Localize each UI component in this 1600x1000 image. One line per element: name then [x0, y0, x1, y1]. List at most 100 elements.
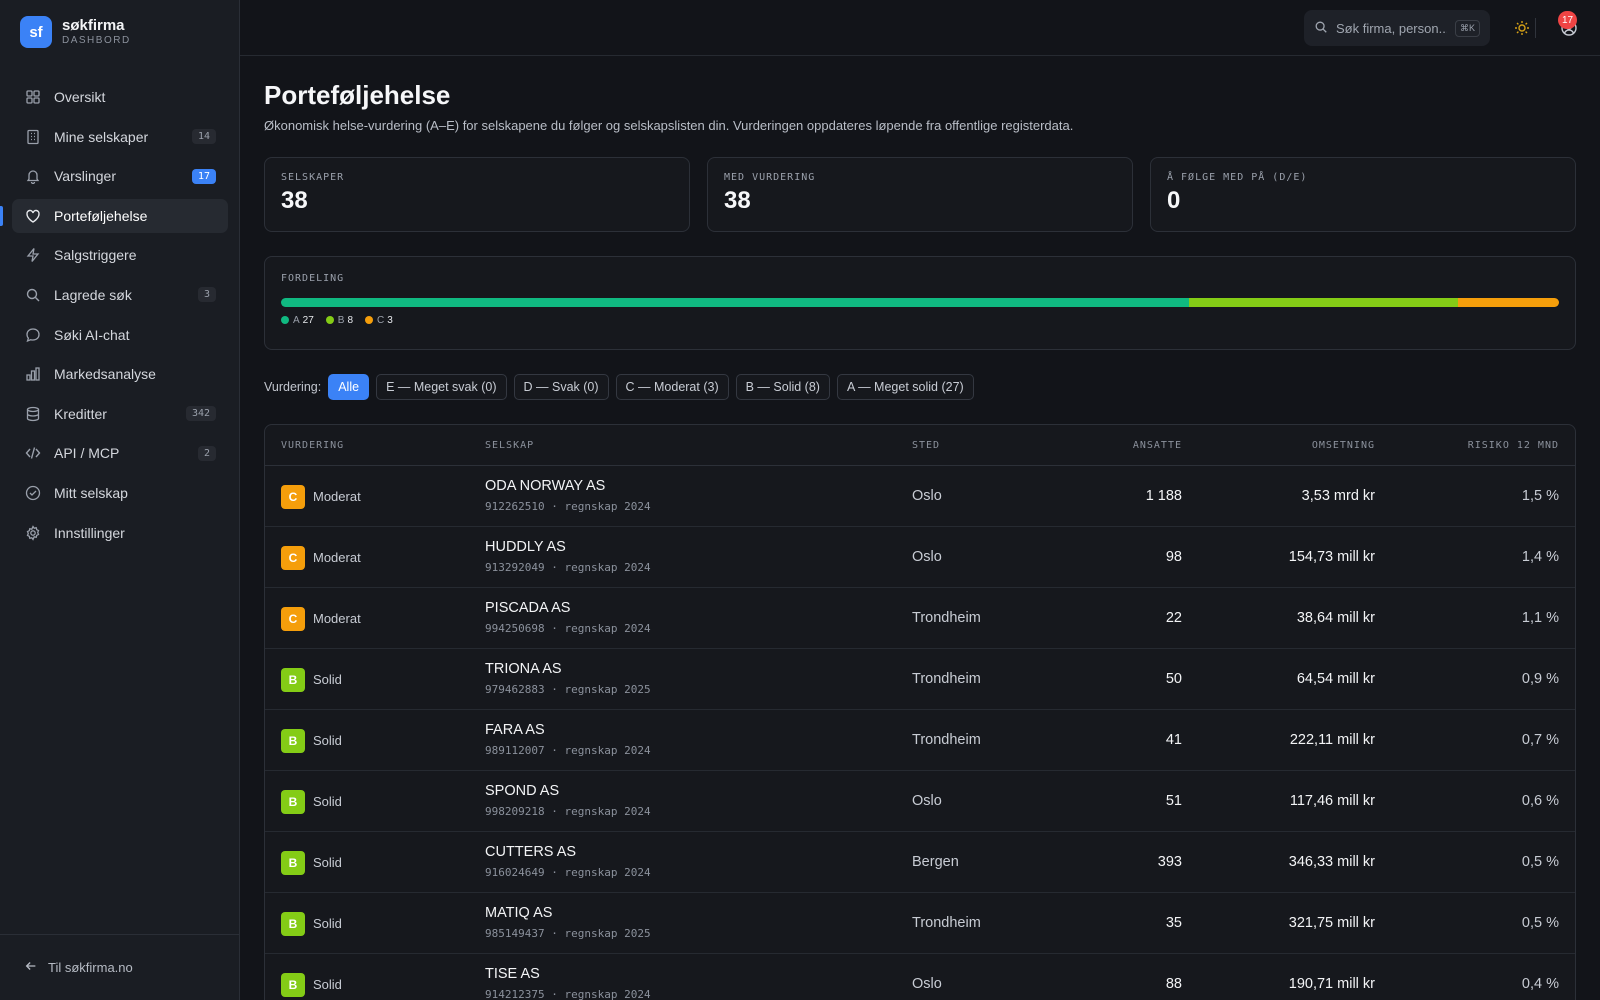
grade-badge: C	[281, 546, 305, 570]
distribution-card: FORDELING A 27 B 8 C 3	[264, 256, 1576, 350]
company-employees: 50	[1165, 671, 1182, 687]
search-input[interactable]: Søk firma, person... ⌘K	[1304, 10, 1490, 46]
legend-item-a: A 27	[281, 315, 314, 326]
sidebar-item-kreditter[interactable]: Kreditter 342	[12, 397, 228, 431]
sidebar-item-salgstriggere[interactable]: Salgstriggere	[12, 238, 228, 272]
col-risk[interactable]: RISIKO 12 MND	[1468, 440, 1559, 451]
filter-chip-1[interactable]: E — Meget svak (0)	[376, 374, 507, 400]
legend-count: 3	[387, 315, 393, 326]
sidebar-item-varslinger[interactable]: Varslinger 17	[12, 159, 228, 193]
database-icon	[25, 406, 41, 422]
company-meta: 916024649 · regnskap 2024	[485, 866, 651, 879]
grade-badge: B	[281, 729, 305, 753]
sidebar-item-count: 3	[197, 287, 216, 303]
sidebar: sf søkfirma DASHBORD Oversikt Mine selska…	[0, 0, 240, 1000]
sidebar-item-label: Mine selskaper	[54, 128, 149, 145]
table-row[interactable]: C Moderat PISCADA AS 994250698 · regnskap 2…	[265, 588, 1575, 649]
company-revenue: 321,75 mill kr	[1288, 915, 1375, 931]
legend-dot	[281, 316, 289, 324]
company-name[interactable]: TRIONA AS	[485, 661, 562, 677]
sidebar-item-mine-selskaper[interactable]: Mine selskaper 14	[12, 120, 228, 154]
sidebar-item-label: Innstillinger	[54, 524, 125, 541]
distribution-segment-a	[281, 298, 1190, 307]
col-city[interactable]: STED	[912, 440, 940, 451]
sidebar-item-label: Søki AI-chat	[54, 326, 130, 343]
theme-toggle-sun-icon[interactable]	[1510, 16, 1534, 40]
search-placeholder: Søk firma, person...	[1336, 20, 1447, 36]
table-row[interactable]: B Solid TRIONA AS 979462883 · regnskap 2025…	[265, 649, 1575, 710]
search-icon	[25, 287, 41, 303]
stat-card-companies: SELSKAPER 38	[264, 157, 690, 232]
company-city: Trondheim	[912, 915, 981, 931]
table-row[interactable]: B Solid CUTTERS AS 916024649 · regnskap 202…	[265, 832, 1575, 893]
company-risk: 1,4 %	[1521, 549, 1559, 565]
sidebar-item-label: Oversikt	[54, 89, 106, 105]
filter-chip-4[interactable]: B — Solid (8)	[735, 374, 830, 400]
sidebar-item-oversikt[interactable]: Oversikt	[12, 80, 228, 114]
distribution-segment-c	[1458, 298, 1559, 307]
distribution-bar	[281, 298, 1559, 307]
company-name[interactable]: TISE AS	[485, 966, 540, 982]
sidebar-item-label: Markedsanalyse	[54, 366, 156, 383]
company-employees: 35	[1165, 915, 1182, 931]
search-shortcut: ⌘K	[1454, 19, 1480, 37]
company-employees: 22	[1165, 610, 1182, 626]
sidebar-item-portefoljehelse[interactable]: Porteføljehelse	[0, 198, 228, 233]
table-row[interactable]: B Solid TISE AS 914212375 · regnskap 2024 Os…	[265, 954, 1575, 1000]
company-name[interactable]: SPOND AS	[485, 783, 559, 799]
sidebar-item-lagrede-sok[interactable]: Lagrede søk 3	[12, 278, 228, 312]
sidebar-item-innstillinger[interactable]: Innstillinger	[12, 516, 228, 550]
brand[interactable]: sf søkfirma DASHBORD	[20, 16, 131, 48]
table-header: VURDERING SELSKAP STED ANSATTE OMSETNING…	[265, 425, 1575, 466]
sidebar-item-soki-ai-chat[interactable]: Søki AI-chat	[12, 318, 228, 352]
filter-label: Vurdering:	[264, 380, 322, 394]
company-risk: 1,1 %	[1521, 610, 1559, 626]
back-to-site-link[interactable]: Til søkfirma.no	[0, 934, 240, 1000]
company-revenue: 190,71 mill kr	[1288, 976, 1375, 992]
table-row[interactable]: B Solid MATIQ AS 985149437 · regnskap 2025 T…	[265, 893, 1575, 954]
filter-chip-0[interactable]: Alle	[328, 374, 370, 400]
table-row[interactable]: C Moderat ODA NORWAY AS 912262510 · regnska…	[265, 466, 1575, 527]
sidebar-item-api-mcp[interactable]: API / MCP 2	[12, 436, 228, 470]
company-name[interactable]: MATIQ AS	[485, 905, 552, 921]
company-city: Oslo	[912, 976, 942, 992]
company-employees: 51	[1165, 793, 1182, 809]
sidebar-nav: Oversikt Mine selskaper 14 Varslinger 17 Port…	[0, 80, 228, 555]
col-rating[interactable]: VURDERING	[281, 440, 344, 451]
company-name[interactable]: HUDDLY AS	[485, 539, 566, 555]
sidebar-item-mitt-selskap[interactable]: Mitt selskap	[12, 476, 228, 510]
notification-badge: 17	[1558, 11, 1578, 29]
topbar: Søk firma, person... ⌘K 17	[240, 0, 1600, 56]
company-risk: 0,9 %	[1521, 671, 1559, 687]
bar-chart-icon	[25, 366, 41, 382]
brand-subtitle: DASHBORD	[62, 35, 131, 46]
company-name[interactable]: CUTTERS AS	[485, 844, 576, 860]
legend-grade: C	[377, 315, 385, 326]
legend-item-c: C3	[365, 315, 393, 326]
company-revenue: 3,53 mrd kr	[1301, 488, 1375, 504]
filter-chip-2[interactable]: D — Svak (0)	[513, 374, 609, 400]
sidebar-item-label: Porteføljehelse	[54, 207, 148, 224]
grade-badge: B	[281, 912, 305, 936]
table-row[interactable]: B Solid FARA AS 989112007 · regnskap 2024 Tr…	[265, 710, 1575, 771]
grade-badge: B	[281, 973, 305, 997]
filter-chip-3[interactable]: C — Moderat (3)	[615, 374, 729, 400]
company-name[interactable]: FARA AS	[485, 722, 545, 738]
col-company[interactable]: SELSKAP	[485, 440, 534, 451]
grade-badge: B	[281, 790, 305, 814]
sidebar-item-markedsanalyse[interactable]: Markedsanalyse	[12, 357, 228, 391]
sidebar-item-count: 17	[191, 168, 216, 184]
company-revenue: 222,11 mill kr	[1289, 732, 1375, 748]
table-row[interactable]: B Solid SPOND AS 998209218 · regnskap 2024 O…	[265, 771, 1575, 832]
col-employees[interactable]: ANSATTE	[1133, 440, 1182, 451]
col-revenue[interactable]: OMSETNING	[1312, 440, 1375, 451]
filter-chip-5[interactable]: A — Meget solid (27)	[836, 374, 974, 400]
table-row[interactable]: C Moderat HUDDLY AS 913292049 · regnskap 20…	[265, 527, 1575, 588]
page-description: Økonomisk helse-vurdering (A–E) for sels…	[264, 118, 1074, 133]
sidebar-item-label: Lagrede søk	[54, 286, 132, 303]
company-name[interactable]: ODA NORWAY AS	[485, 478, 605, 494]
stat-card-rated: MED VURDERING 38	[707, 157, 1133, 232]
grade-badge: C	[281, 485, 305, 509]
company-name[interactable]: PISCADA AS	[485, 600, 570, 616]
company-revenue: 64,54 mill kr	[1296, 671, 1375, 687]
